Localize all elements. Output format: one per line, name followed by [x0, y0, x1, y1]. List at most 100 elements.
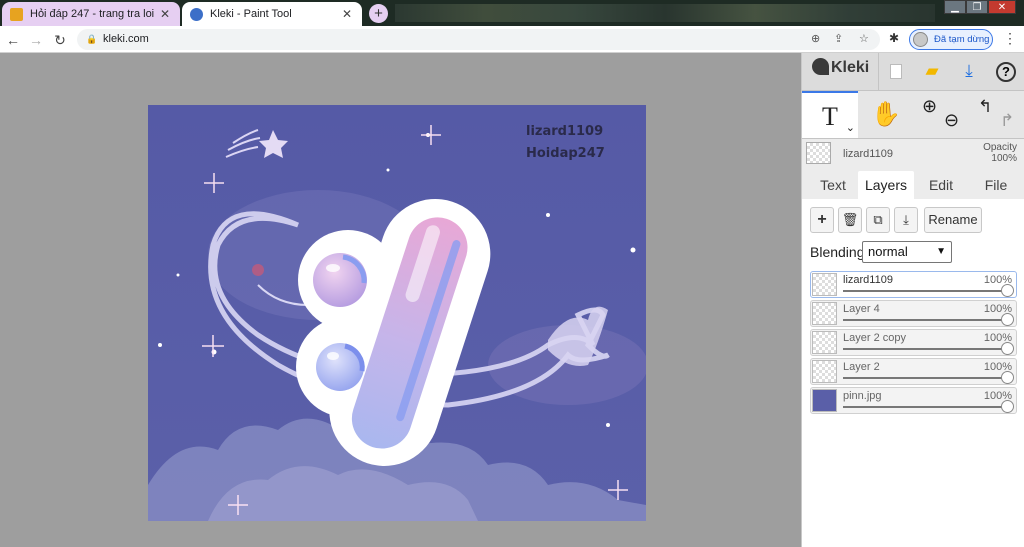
layer-thumbnail: [812, 273, 837, 296]
layer-name: Layer 2 copy: [843, 332, 906, 344]
browser-menu-icon[interactable]: ⋮: [1003, 30, 1017, 47]
hand-tool-icon[interactable]: ✋: [858, 91, 914, 138]
download-icon[interactable]: ⤓: [957, 59, 981, 83]
layer-opacity-slider[interactable]: [843, 406, 1006, 408]
tab-hoidap247[interactable]: Hỏi đáp 247 - trang tra loi ✕: [2, 2, 180, 26]
tab-kleki[interactable]: Kleki - Paint Tool ✕: [182, 2, 362, 26]
duplicate-icon: ⧉: [873, 212, 883, 227]
hoidap-favicon-icon: [10, 7, 23, 21]
avatar: [913, 32, 928, 47]
undo-icon[interactable]: ↰: [978, 83, 992, 130]
blending-label: Blending: [810, 244, 865, 260]
new-image-icon[interactable]: [884, 59, 908, 83]
browser-tab-bar: Hỏi đáp 247 - trang tra loi ✕ Kleki - Pa…: [0, 0, 1024, 26]
tab-file[interactable]: File: [970, 171, 1022, 199]
current-layer-info: lizard1109 Opacity 100%: [802, 139, 1024, 171]
kleki-favicon-icon: [190, 7, 203, 21]
layer-opacity-slider[interactable]: [843, 348, 1006, 350]
slider-knob[interactable]: [1001, 371, 1014, 384]
bookmark-star-icon[interactable]: ☆: [859, 29, 869, 50]
layer-name: Layer 4: [843, 303, 880, 315]
zoom-icon[interactable]: ⊕: [811, 29, 820, 50]
layer-name: Layer 2: [843, 361, 880, 373]
slider-knob[interactable]: [1001, 342, 1014, 355]
undo-redo: ↰ ↱: [970, 91, 1024, 138]
tab-title: Hỏi đáp 247 - trang tra loi: [30, 8, 155, 20]
layer-item[interactable]: pinn.jpg 100%: [810, 387, 1017, 414]
rename-layer-button[interactable]: Rename: [924, 207, 982, 233]
open-folder-icon[interactable]: ▰: [920, 59, 944, 83]
chevron-down-icon: ▼: [936, 246, 946, 257]
address-bar[interactable]: 🔒 kleki.com ⊕ ⇪ ☆: [77, 29, 880, 50]
kleki-logo[interactable]: Kleki: [812, 58, 869, 77]
share-icon[interactable]: ⇪: [834, 29, 843, 50]
blending-select[interactable]: normal ▼: [862, 241, 952, 263]
layer-item[interactable]: Layer 2 copy 100%: [810, 329, 1017, 356]
layer-item[interactable]: Layer 2 100%: [810, 358, 1017, 385]
merge-down-icon: ⤓: [903, 212, 909, 227]
opacity-label: Opacity: [983, 142, 1017, 153]
maximize-button[interactable]: ❐: [966, 0, 988, 14]
drawing-canvas[interactable]: lizard1109 Hoidap247: [148, 105, 646, 521]
zoom-in-icon[interactable]: ⊕: [922, 83, 937, 130]
reload-button[interactable]: ↻: [50, 30, 70, 50]
tool-row: T ⌄ ✋ ⊕ ⊖ ↰ ↱: [802, 91, 1024, 139]
blending-value: normal: [868, 244, 908, 259]
layer-name: lizard1109: [843, 274, 893, 286]
browser-toolbar: ← → ↻ 🔒 kleki.com ⊕ ⇪ ☆ ✱ Đã tạm dừng ⋮: [0, 26, 1024, 53]
close-tab-icon[interactable]: ✕: [340, 7, 354, 21]
current-layer-name: lizard1109: [843, 148, 893, 160]
tab-text[interactable]: Text: [810, 171, 856, 199]
layer-thumbnail: [812, 389, 837, 412]
layer-item[interactable]: lizard1109 100%: [810, 271, 1017, 298]
add-layer-button[interactable]: +: [810, 207, 834, 233]
text-tool-button[interactable]: T ⌄: [802, 91, 858, 138]
new-tab-button[interactable]: +: [369, 4, 388, 23]
slider-knob[interactable]: [1001, 313, 1014, 326]
layer-thumbnail: [812, 302, 837, 325]
kleki-side-panel: Kleki ▰ ⤓ ? T ⌄ ✋ ⊕ ⊖ ↰ ↱ lizard1109 Opa…: [801, 53, 1024, 547]
layer-name: pinn.jpg: [843, 390, 882, 402]
canvas-workspace[interactable]: lizard1109 Hoidap247: [0, 53, 801, 547]
url-text: kleki.com: [103, 33, 149, 45]
watermark-line1: lizard1109: [526, 124, 603, 139]
artwork-image: lizard1109 Hoidap247: [148, 105, 646, 521]
profile-status-label: Đã tạm dừng: [934, 34, 990, 45]
layer-thumbnail: [812, 360, 837, 383]
layers-panel: + 🗑 ⧉ ⤓ Rename Blending normal ▼ lizard1…: [802, 199, 1024, 547]
layer-item[interactable]: Layer 4 100%: [810, 300, 1017, 327]
panel-tabs: Text Layers Edit File: [802, 171, 1024, 199]
text-tool-icon: T: [822, 102, 838, 131]
close-tab-icon[interactable]: ✕: [158, 7, 172, 21]
tab-edit[interactable]: Edit: [916, 171, 966, 199]
back-button[interactable]: ←: [3, 30, 23, 50]
opacity-value: 100%: [991, 153, 1017, 164]
zoom-out-icon[interactable]: ⊖: [944, 97, 959, 144]
layer-opacity-slider[interactable]: [843, 377, 1006, 379]
redo-icon[interactable]: ↱: [1000, 97, 1014, 144]
tab-layers[interactable]: Layers: [858, 171, 914, 199]
close-window-button[interactable]: ✕: [988, 0, 1016, 14]
help-icon[interactable]: ?: [994, 59, 1018, 83]
lock-icon[interactable]: 🔒: [86, 29, 97, 50]
delete-layer-button[interactable]: 🗑: [838, 207, 862, 233]
tab-title: Kleki - Paint Tool: [210, 8, 292, 20]
logo-text: Kleki: [831, 59, 870, 76]
layer-opacity-slider[interactable]: [843, 319, 1006, 321]
layer-opacity-slider[interactable]: [843, 290, 1006, 292]
slider-knob[interactable]: [1001, 400, 1014, 413]
forward-button[interactable]: →: [26, 30, 46, 50]
duplicate-layer-button[interactable]: ⧉: [866, 207, 890, 233]
profile-button[interactable]: Đã tạm dừng: [909, 29, 993, 50]
blurred-area: [395, 4, 935, 22]
divider: [878, 53, 879, 91]
kleki-logo-icon: [812, 58, 829, 75]
minimize-button[interactable]: ▁: [944, 0, 966, 14]
layer-thumbnail: [812, 331, 837, 354]
merge-down-button[interactable]: ⤓: [894, 207, 918, 233]
trash-icon: 🗑: [841, 212, 859, 227]
zoom-tool: ⊕ ⊖: [914, 91, 970, 138]
opacity-readout: Opacity 100%: [983, 142, 1017, 164]
extensions-puzzle-icon[interactable]: ✱: [889, 31, 899, 45]
slider-knob[interactable]: [1001, 284, 1014, 297]
